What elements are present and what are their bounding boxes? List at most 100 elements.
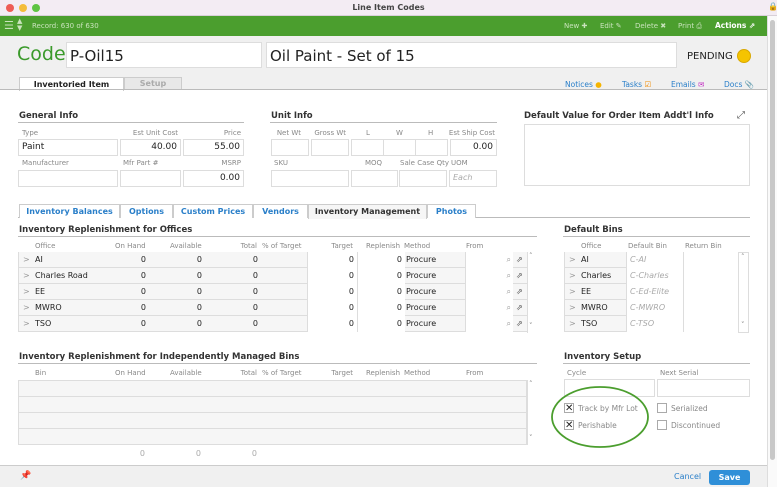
target-input[interactable]: 0 <box>307 268 357 284</box>
net-wt-input[interactable] <box>271 139 309 156</box>
default-bin-input[interactable]: C-MWRO <box>626 300 683 316</box>
expand-arrow-icon[interactable]: > <box>569 284 576 300</box>
emails-link[interactable]: Emails ✉ <box>671 80 704 89</box>
delete-button[interactable]: Delete ✖ <box>635 22 666 30</box>
mfr-part-input[interactable] <box>120 170 181 187</box>
default-bin-input[interactable]: C-Ed-Elite <box>626 284 683 300</box>
expand-arrow-icon[interactable]: > <box>569 268 576 284</box>
target-input[interactable]: 0 <box>307 252 357 268</box>
target-input[interactable]: 0 <box>307 316 357 332</box>
next-serial-input[interactable] <box>657 379 750 397</box>
scroll-down-icon[interactable]: ˅ <box>529 434 533 442</box>
expand-arrow-icon[interactable]: > <box>569 316 576 332</box>
replenish-input[interactable]: 0 <box>357 284 405 300</box>
est-ship-cost-input[interactable]: 0.00 <box>450 139 497 156</box>
code-input[interactable]: P-Oil15 <box>66 42 262 68</box>
expand-arrow-icon[interactable]: > <box>23 252 30 268</box>
table-row[interactable]: > TSO 0 0 0 0 0 Procure ⌕ ⇗ <box>18 316 527 332</box>
open-link-icon[interactable]: ⇗ <box>516 316 523 332</box>
replenish-input[interactable]: 0 <box>357 316 405 332</box>
sku-input[interactable] <box>271 170 349 187</box>
docs-link[interactable]: Docs 📎 <box>724 80 754 89</box>
msrp-input[interactable]: 0.00 <box>183 170 244 187</box>
table-row[interactable]: > MWRO C-MWRO <box>564 300 739 316</box>
open-link-icon[interactable]: ⇗ <box>516 252 523 268</box>
scrollbar-thumb[interactable] <box>770 20 775 460</box>
replenish-input[interactable]: 0 <box>357 300 405 316</box>
from-input[interactable]: ⌕ <box>465 252 513 268</box>
tasks-link[interactable]: Tasks ☑ <box>622 80 651 89</box>
uom-input[interactable]: Each <box>449 170 497 187</box>
return-bin-input[interactable] <box>683 268 739 284</box>
expand-arrow-icon[interactable]: > <box>23 284 30 300</box>
discontinued-checkbox[interactable] <box>657 420 667 430</box>
from-input[interactable]: ⌕ <box>465 316 513 332</box>
serialized-checkbox[interactable] <box>657 403 667 413</box>
replenishment-scrollbar[interactable]: ˄ ˅ <box>527 252 537 333</box>
method-cell[interactable]: Procure <box>406 268 436 284</box>
return-bin-input[interactable] <box>683 284 739 300</box>
name-input[interactable]: Oil Paint - Set of 15 <box>266 42 677 68</box>
table-row[interactable]: > EE C-Ed-Elite <box>564 284 739 300</box>
target-input[interactable]: 0 <box>307 300 357 316</box>
print-button[interactable]: Print ⎙ <box>678 22 702 31</box>
tab-photos[interactable]: Photos <box>427 204 476 218</box>
actions-button[interactable]: Actions ⇗ <box>715 21 755 30</box>
from-input[interactable]: ⌕ <box>465 268 513 284</box>
table-row[interactable]: > Charles Road 0 0 0 0 0 Procure ⌕ ⇗ <box>18 268 527 284</box>
default-bin-input[interactable]: C-AI <box>626 252 683 268</box>
expand-arrow-icon[interactable]: > <box>23 316 30 332</box>
new-button[interactable]: New ✚ <box>564 22 587 30</box>
est-unit-cost-input[interactable]: 40.00 <box>120 139 181 156</box>
table-row[interactable]: > AI C-AI <box>564 252 739 268</box>
sale-case-qty-input[interactable] <box>399 170 447 187</box>
open-link-icon[interactable]: ⇗ <box>516 268 523 284</box>
independent-bins-scrollbar[interactable]: ˄ ˅ <box>527 380 537 445</box>
default-value-textarea[interactable] <box>524 124 750 186</box>
scroll-up-icon[interactable]: ˄ <box>529 380 533 388</box>
edit-button[interactable]: Edit ✎ <box>600 22 622 30</box>
length-input[interactable] <box>351 139 384 156</box>
scroll-up-icon[interactable]: ˄ <box>529 252 533 260</box>
default-bin-input[interactable]: C-TSO <box>626 316 683 332</box>
target-input[interactable]: 0 <box>307 284 357 300</box>
from-input[interactable]: ⌕ <box>465 284 513 300</box>
expand-icon[interactable]: ⤢ <box>737 110 745 121</box>
open-link-icon[interactable]: ⇗ <box>516 284 523 300</box>
save-button[interactable]: Save <box>709 470 750 485</box>
expand-arrow-icon[interactable]: > <box>23 300 30 316</box>
scroll-down-icon[interactable]: ˅ <box>741 321 745 329</box>
manufacturer-input[interactable] <box>18 170 118 187</box>
table-row[interactable]: > AI 0 0 0 0 0 Procure ⌕ ⇗ <box>18 252 527 268</box>
bins-scrollbar[interactable]: ˄ ˅ <box>738 252 749 333</box>
return-bin-input[interactable] <box>683 316 739 332</box>
replenish-input[interactable]: 0 <box>357 252 405 268</box>
tab-inventory-management[interactable]: Inventory Management <box>308 204 427 219</box>
window-scrollbar[interactable] <box>767 16 777 487</box>
pin-icon[interactable]: 📌 <box>20 471 31 481</box>
expand-arrow-icon[interactable]: > <box>569 252 576 268</box>
width-input[interactable] <box>383 139 416 156</box>
table-row[interactable]: > EE 0 0 0 0 0 Procure ⌕ ⇗ <box>18 284 527 300</box>
tab-custom-prices[interactable]: Custom Prices <box>173 204 253 218</box>
method-cell[interactable]: Procure <box>406 284 436 300</box>
replenish-input[interactable]: 0 <box>357 268 405 284</box>
open-link-icon[interactable]: ⇗ <box>516 300 523 316</box>
record-nav-arrows[interactable]: ▲ ▼ <box>17 18 22 32</box>
gross-wt-input[interactable] <box>311 139 349 156</box>
tab-vendors[interactable]: Vendors <box>253 204 308 218</box>
method-cell[interactable]: Procure <box>406 252 436 268</box>
height-input[interactable] <box>415 139 448 156</box>
menu-icon[interactable]: ☰ <box>4 19 14 32</box>
expand-arrow-icon[interactable]: > <box>23 268 30 284</box>
type-input[interactable]: Paint <box>18 139 118 156</box>
return-bin-input[interactable] <box>683 252 739 268</box>
default-bin-input[interactable]: C-Charles <box>626 268 683 284</box>
notices-link[interactable]: Notices ● <box>565 80 602 89</box>
scroll-down-icon[interactable]: ˅ <box>529 322 533 330</box>
tab-inventory-balances[interactable]: Inventory Balances <box>19 204 120 218</box>
table-row[interactable]: > Charles C-Charles <box>564 268 739 284</box>
method-cell[interactable]: Procure <box>406 316 436 332</box>
table-row[interactable]: > TSO C-TSO <box>564 316 739 332</box>
scroll-up-icon[interactable]: ˄ <box>741 253 745 261</box>
